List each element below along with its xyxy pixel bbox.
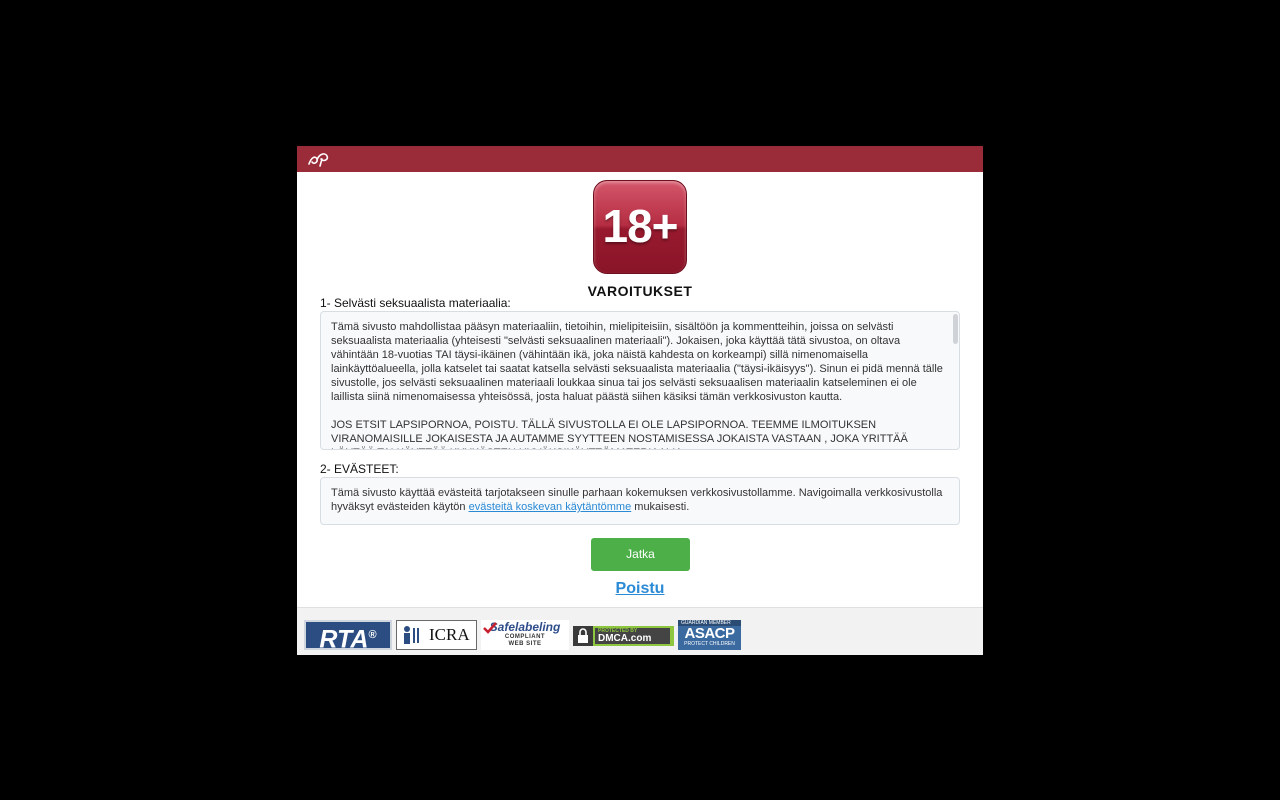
explicit-paragraph-1: Tämä sivusto mahdollistaa pääsyn materia… bbox=[331, 321, 943, 403]
dmca-badge-inner: PROTECTED BY DMCA.com bbox=[595, 628, 670, 644]
asacp-bottom-text: PROTECT CHILDREN bbox=[684, 641, 735, 647]
section-2-label: 2- EVÄSTEET: bbox=[320, 462, 399, 476]
modal-header bbox=[297, 146, 983, 172]
footer-logos: RTA® ICRA Safelabeling COMPLIANT WEB SIT… bbox=[297, 607, 983, 655]
age-18-badge: 18+ bbox=[593, 180, 687, 274]
age-verification-modal: 18+ VAROITUKSET 1- Selvästi seksuaalista… bbox=[297, 146, 983, 655]
icra-logo-text: ICRA bbox=[429, 625, 470, 644]
cookie-policy-link[interactable]: evästeitä koskevan käytäntömme bbox=[469, 501, 632, 513]
safelabeling-sub-2: WEB SITE bbox=[508, 641, 542, 647]
safelabeling-sub-1: COMPLIANT bbox=[504, 634, 546, 640]
icra-logo[interactable]: ICRA bbox=[396, 620, 477, 650]
asacp-logo[interactable]: GUARDIAN MEMBER ASACP PROTECT CHILDREN bbox=[678, 620, 741, 650]
age-badge-text: 18+ bbox=[602, 200, 678, 252]
safelabeling-logo[interactable]: Safelabeling COMPLIANT WEB SITE bbox=[481, 620, 569, 650]
asacp-logo-text: ASACP bbox=[684, 625, 735, 642]
explicit-material-textbox[interactable]: Tämä sivusto mahdollistaa pääsyn materia… bbox=[320, 311, 960, 450]
rta-logo-text: RTA bbox=[319, 625, 369, 654]
cookies-text-after: mukaisesti. bbox=[631, 501, 690, 513]
cookies-textbox: Tämä sivusto käyttää evästeitä tarjotaks… bbox=[320, 477, 960, 525]
rta-registered-mark: ® bbox=[368, 629, 377, 641]
dmca-logo[interactable]: PROTECTED BY DMCA.com bbox=[573, 626, 674, 646]
exit-link[interactable]: Poistu bbox=[297, 580, 983, 598]
age-badge-container: 18+ bbox=[297, 180, 983, 279]
site-logo-icon bbox=[308, 153, 329, 167]
rta-logo[interactable]: RTA® bbox=[304, 620, 392, 654]
explicit-paragraph-2: JOS ETSIT LAPSIPORNOA, POISTU. TÄLLÄ SIV… bbox=[331, 419, 908, 449]
icra-icon bbox=[404, 626, 419, 644]
checkmark-icon bbox=[483, 622, 497, 634]
lock-icon bbox=[573, 626, 593, 646]
dmca-logo-text: DMCA.com bbox=[598, 633, 652, 644]
continue-button[interactable]: Jatka bbox=[591, 538, 690, 571]
textbox-scrollbar[interactable] bbox=[953, 314, 958, 344]
section-1-label: 1- Selvästi seksuaalista materiaalia: bbox=[320, 296, 511, 310]
